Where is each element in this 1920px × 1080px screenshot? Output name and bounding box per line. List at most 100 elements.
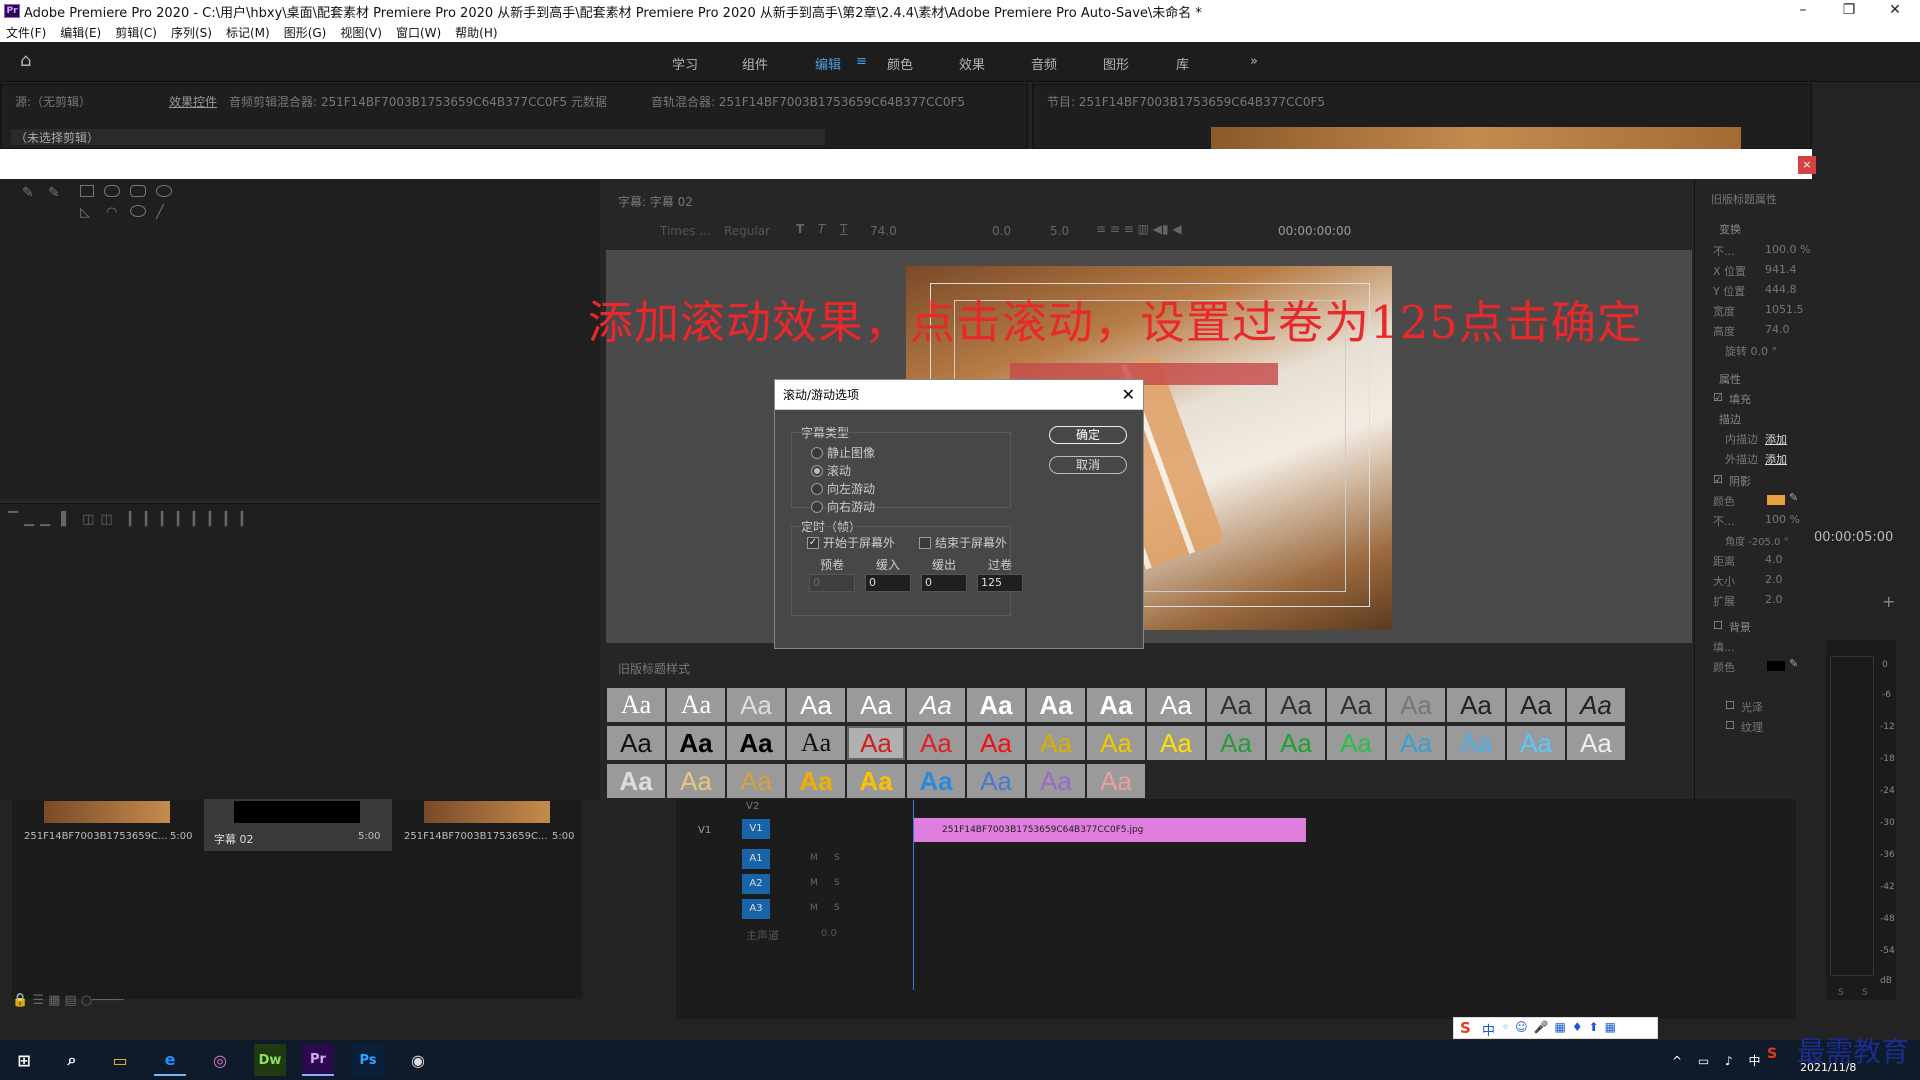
tab-program[interactable]: 节目: 251F14BF7003B1753659C64B377CC0F5: [1047, 93, 1325, 110]
program-timecode[interactable]: 00:00:05:00: [1814, 530, 1893, 545]
radio-crawl-left[interactable]: 向左游动: [811, 480, 875, 497]
style-swatch[interactable]: Aa: [1387, 726, 1445, 760]
add-outer-stroke-link[interactable]: 添加: [1765, 451, 1787, 467]
style-swatch[interactable]: Aa: [967, 726, 1025, 760]
more-workspaces-icon[interactable]: »: [1250, 54, 1258, 69]
style-swatch[interactable]: Aa: [1027, 726, 1085, 760]
style-swatch[interactable]: Aa: [1447, 726, 1505, 760]
style-swatch[interactable]: Aa: [907, 764, 965, 798]
sogou-icon[interactable]: S: [1460, 1019, 1471, 1037]
close-window-icon[interactable]: ✕: [1872, 0, 1918, 22]
solo-a3[interactable]: S: [834, 903, 840, 913]
close-titler-icon[interactable]: ×: [1798, 156, 1816, 174]
style-swatch[interactable]: Aa: [607, 764, 665, 798]
transform-section[interactable]: 变换: [1719, 221, 1741, 237]
style-swatch[interactable]: Aa: [1267, 726, 1325, 760]
background-color-swatch[interactable]: [1767, 661, 1785, 671]
shadow-color-swatch[interactable]: [1767, 495, 1785, 505]
rotation-value[interactable]: 旋转 0.0 °: [1725, 343, 1777, 359]
tray-sogou-icon[interactable]: S: [1767, 1046, 1777, 1062]
ime-mode[interactable]: 中: [1482, 1020, 1495, 1039]
workspace-graphics[interactable]: 图形: [1103, 54, 1129, 73]
edge-browser-icon[interactable]: e: [154, 1044, 186, 1076]
solo-a1[interactable]: S: [834, 853, 840, 863]
restore-icon[interactable]: ❐: [1826, 0, 1872, 22]
menu-markers[interactable]: 标记(M): [226, 24, 270, 41]
distance-value[interactable]: 4.0: [1765, 553, 1783, 566]
style-swatch[interactable]: Aa: [967, 688, 1025, 722]
x-position-value[interactable]: 941.4: [1765, 263, 1797, 276]
style-swatch[interactable]: Aa: [1087, 688, 1145, 722]
wedge-tool-icon[interactable]: ◺: [80, 205, 90, 220]
tab-effect-controls[interactable]: 效果控件: [169, 93, 217, 110]
spread-value[interactable]: 2.0: [1765, 593, 1783, 606]
track-a2-header[interactable]: A2: [742, 874, 770, 894]
mute-a2[interactable]: M: [810, 878, 818, 888]
bin-item-1-name[interactable]: 251F14BF7003B1753659C...: [24, 831, 168, 842]
workspace-menu-icon[interactable]: ≡: [856, 54, 867, 69]
style-swatch[interactable]: Aa: [787, 688, 845, 722]
style-swatch[interactable]: Aa: [1147, 726, 1205, 760]
eyedropper-icon[interactable]: ✎: [1789, 491, 1798, 504]
ime-tools-icons[interactable]: ◦☺🎤▦♦⬆▦: [1502, 1020, 1622, 1034]
end-offscreen-checkbox[interactable]: 结束于屏幕外: [919, 534, 1007, 551]
style-swatch[interactable]: Aa: [667, 726, 725, 760]
mute-a1[interactable]: M: [810, 853, 818, 863]
menu-file[interactable]: 文件(F): [6, 24, 46, 41]
master-track-value[interactable]: 0.0: [821, 928, 837, 939]
arc-tool-icon[interactable]: ◠: [106, 205, 117, 220]
opacity-value[interactable]: 100.0 %: [1765, 243, 1810, 256]
width-value[interactable]: 1051.5: [1765, 303, 1804, 316]
style-swatch[interactable]: Aa: [787, 764, 845, 798]
ok-button[interactable]: 确定: [1049, 426, 1127, 444]
menu-view[interactable]: 视图(V): [340, 24, 382, 41]
line-tool-icon[interactable]: ╱: [156, 205, 164, 220]
photoshop-icon[interactable]: Ps: [352, 1044, 384, 1076]
premiere-taskbar-icon[interactable]: Pr: [302, 1044, 334, 1076]
style-swatch[interactable]: Aa: [1447, 688, 1505, 722]
shadow-opacity-value[interactable]: 100 %: [1765, 513, 1800, 526]
style-swatch[interactable]: Aa: [1207, 726, 1265, 760]
ime-toolbar[interactable]: S 中 ◦☺🎤▦♦⬆▦: [1453, 1017, 1658, 1039]
style-swatch[interactable]: Aa: [1327, 726, 1385, 760]
menu-clip[interactable]: 剪辑(C): [115, 24, 157, 41]
timeline-clip[interactable]: 251F14BF7003B1753659C64B377CC0F5.jpg: [914, 818, 1306, 842]
style-swatch[interactable]: Aa: [1087, 764, 1145, 798]
tab-source[interactable]: 源:（无剪辑）: [15, 93, 91, 110]
size-value[interactable]: 2.0: [1765, 573, 1783, 586]
height-value[interactable]: 74.0: [1765, 323, 1790, 336]
cancel-button[interactable]: 取消: [1049, 456, 1127, 474]
add-button-icon[interactable]: +: [1882, 592, 1895, 611]
start-offscreen-checkbox[interactable]: ✓ 开始于屏幕外: [807, 534, 895, 551]
style-swatch[interactable]: Aa: [967, 764, 1025, 798]
radio-crawl-right[interactable]: 向右游动: [811, 498, 875, 515]
underline-icon[interactable]: T: [840, 222, 847, 236]
style-swatch[interactable]: Aa: [667, 688, 725, 722]
stroke-section[interactable]: 描边: [1719, 411, 1741, 427]
workspace-assembly[interactable]: 组件: [742, 54, 768, 73]
pen-tool-icon[interactable]: ✎: [22, 185, 34, 201]
workspace-learn[interactable]: 学习: [672, 54, 698, 73]
titler-tab[interactable]: 字幕: 字幕 02: [618, 193, 693, 210]
style-swatch[interactable]: Aa: [727, 688, 785, 722]
bold-icon[interactable]: T: [796, 222, 804, 236]
search-icon[interactable]: ⌕: [56, 1044, 88, 1076]
add-inner-stroke-link[interactable]: 添加: [1765, 431, 1787, 447]
dialog-close-icon[interactable]: ✕: [1122, 380, 1135, 410]
ellipse2-tool-icon[interactable]: [130, 205, 146, 217]
solo-a2[interactable]: S: [834, 878, 840, 888]
workspace-color[interactable]: 颜色: [887, 54, 913, 73]
style-swatch[interactable]: Aa: [667, 764, 725, 798]
app-icon[interactable]: ◎: [204, 1044, 236, 1076]
align-icons[interactable]: ▔▁▁▐ ◫◫ ▎▎▎▎▎▎▎▎: [8, 512, 257, 527]
sheen-checkbox[interactable]: ☐: [1725, 699, 1735, 712]
font-size-value[interactable]: 74.0: [870, 224, 897, 238]
menu-graphics[interactable]: 图形(G): [284, 24, 327, 41]
user-app-icon[interactable]: ◉: [402, 1044, 434, 1076]
dreamweaver-icon[interactable]: Dw: [254, 1044, 286, 1076]
style-swatch[interactable]: Aa: [1027, 764, 1085, 798]
minimize-icon[interactable]: –: [1780, 0, 1826, 22]
texture-checkbox[interactable]: ☐: [1725, 719, 1735, 732]
rounded-rect-tool-icon[interactable]: [104, 185, 120, 197]
bin-thumb-3[interactable]: [424, 801, 550, 823]
